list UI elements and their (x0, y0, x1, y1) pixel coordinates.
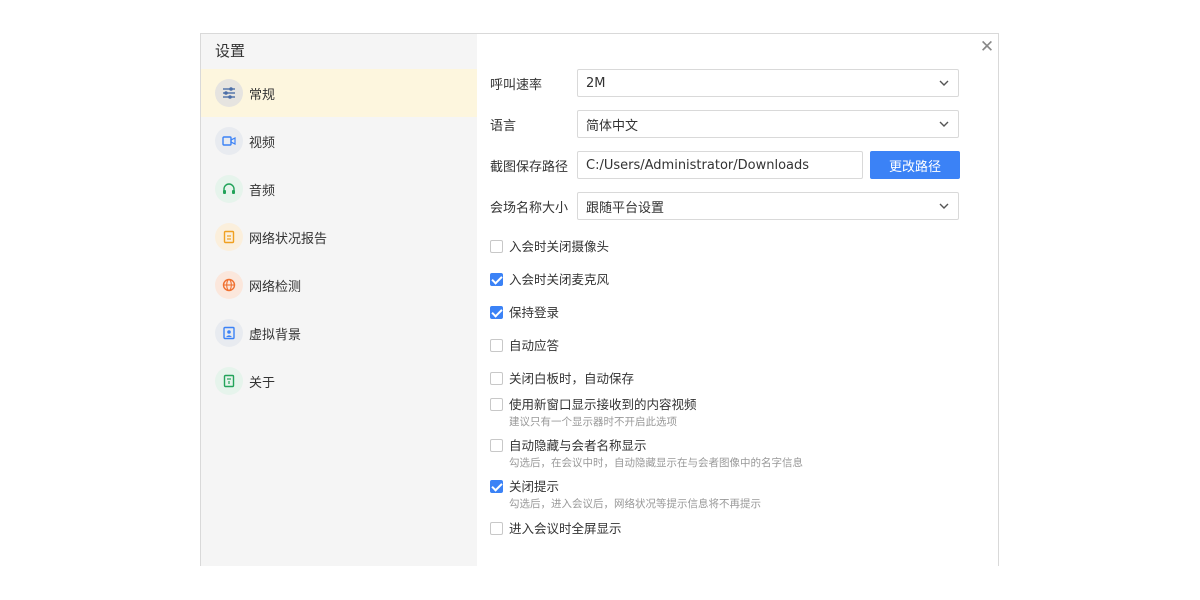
checkbox[interactable] (490, 439, 503, 452)
option-label: 自动应答 (509, 338, 560, 353)
chevron-down-icon (939, 203, 949, 209)
checkbox[interactable] (490, 398, 503, 411)
sidebar-item-label: 视频 (249, 135, 276, 151)
sidebar: 设置 常规 视频 音频 网络状况报告 网络检测 虚拟背景 关于 (201, 34, 477, 566)
video-icon (215, 127, 243, 155)
checkbox[interactable] (490, 372, 503, 385)
option-label: 使用新窗口显示接收到的内容视频 (509, 397, 697, 412)
sidebar-item-label: 虚拟背景 (249, 327, 302, 343)
sidebar-item-label: 音频 (249, 183, 276, 199)
portrait-icon (215, 319, 243, 347)
language-select[interactable]: 简体中文 (577, 110, 959, 138)
option-disable-camera: 入会时关闭摄像头 (490, 238, 609, 255)
globe-icon (215, 271, 243, 299)
sidebar-item-label: 网络状况报告 (249, 231, 328, 247)
report-icon (215, 223, 243, 251)
chevron-down-icon (939, 121, 949, 127)
checkbox[interactable] (490, 240, 503, 253)
checkbox[interactable] (490, 273, 503, 286)
screenshot-path-input[interactable]: C:/Users/Administrator/Downloads (577, 151, 863, 179)
sidebar-item-network-report[interactable]: 网络状况报告 (201, 213, 477, 261)
venue-name-size-row: 会场名称大小 (490, 192, 576, 220)
sidebar-nav: 常规 视频 音频 网络状况报告 网络检测 虚拟背景 关于 (201, 69, 477, 405)
sidebar-item-about[interactable]: 关于 (201, 357, 477, 405)
option-keep-logged-in: 保持登录 (490, 304, 559, 321)
screenshot-path-row: 截图保存路径 (490, 151, 576, 179)
language-row: 语言 (490, 110, 576, 138)
option-label: 入会时关闭摄像头 (509, 239, 610, 254)
language-value: 简体中文 (586, 118, 639, 134)
option-hint: 勾选后，进入会议后，网络状况等提示信息将不再提示 (509, 498, 761, 510)
call-rate-select[interactable]: 2M (577, 69, 959, 97)
sidebar-item-label: 网络检测 (249, 279, 302, 295)
option-hint: 勾选后，在会议中时，自动隐藏显示在与会者图像中的名字信息 (509, 457, 803, 469)
change-path-button[interactable]: 更改路径 (870, 151, 960, 179)
screenshot-path-label: 截图保存路径 (490, 159, 569, 175)
option-fullscreen-on-join: 进入会议时全屏显示 (490, 520, 622, 537)
option-label: 关闭提示 (509, 479, 560, 494)
option-label: 进入会议时全屏显示 (509, 521, 622, 536)
venue-name-size-value: 跟随平台设置 (586, 200, 665, 216)
venue-name-size-select[interactable]: 跟随平台设置 (577, 192, 959, 220)
dialog-title: 设置 (215, 42, 246, 60)
language-label: 语言 (490, 118, 517, 134)
sidebar-item-audio[interactable]: 音频 (201, 165, 477, 213)
venue-name-size-label: 会场名称大小 (490, 200, 569, 216)
option-close-tips: 关闭提示 勾选后，进入会议后，网络状况等提示信息将不再提示 (490, 478, 761, 512)
checkbox[interactable] (490, 306, 503, 319)
sidebar-item-virtual-background[interactable]: 虚拟背景 (201, 309, 477, 357)
option-label: 关闭白板时，自动保存 (509, 371, 635, 386)
option-label: 入会时关闭麦克风 (509, 272, 610, 287)
call-rate-row: 呼叫速率 (490, 69, 576, 97)
close-icon[interactable]: ✕ (979, 38, 995, 56)
checkbox[interactable] (490, 480, 503, 493)
sidebar-item-label: 常规 (249, 87, 276, 103)
sidebar-item-label: 关于 (249, 375, 276, 391)
headphones-icon (215, 175, 243, 203)
option-label: 自动隐藏与会者名称显示 (509, 438, 647, 453)
call-rate-label: 呼叫速率 (490, 77, 543, 93)
option-hint: 建议只有一个显示器时不开启此选项 (509, 416, 677, 428)
info-book-icon (215, 367, 243, 395)
checkbox[interactable] (490, 339, 503, 352)
sidebar-item-general[interactable]: 常规 (201, 69, 477, 117)
option-hide-participant-names: 自动隐藏与会者名称显示 勾选后，在会议中时，自动隐藏显示在与会者图像中的名字信息 (490, 437, 803, 471)
sidebar-item-video[interactable]: 视频 (201, 117, 477, 165)
sidebar-item-network-test[interactable]: 网络检测 (201, 261, 477, 309)
option-auto-answer: 自动应答 (490, 337, 559, 354)
option-mute-microphone: 入会时关闭麦克风 (490, 271, 609, 288)
checkbox[interactable] (490, 522, 503, 535)
chevron-down-icon (939, 80, 949, 86)
settings-dialog: 设置 常规 视频 音频 网络状况报告 网络检测 虚拟背景 关于 ✕ 呼叫速率 2… (200, 33, 999, 566)
sliders-icon (215, 79, 243, 107)
option-whiteboard-autosave: 关闭白板时，自动保存 (490, 370, 634, 387)
call-rate-value: 2M (586, 75, 606, 91)
option-new-window-content: 使用新窗口显示接收到的内容视频 建议只有一个显示器时不开启此选项 (490, 396, 697, 430)
option-label: 保持登录 (509, 305, 560, 320)
